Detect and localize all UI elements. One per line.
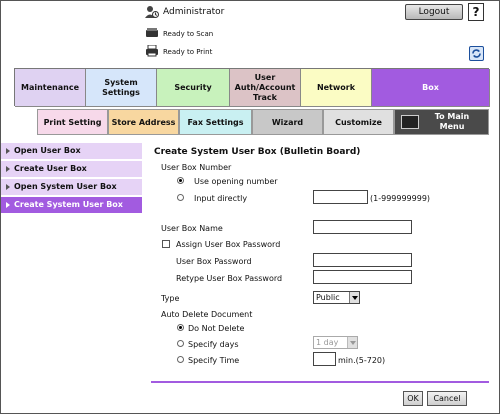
- main-menu-icon: [401, 115, 419, 129]
- logout-button[interactable]: Logout: [405, 4, 463, 20]
- specify-time-radio[interactable]: [177, 356, 184, 363]
- sub-tabs: Print Setting Store Address Fax Settings…: [37, 109, 489, 135]
- main-tabs: Maintenance System Settings Security Use…: [14, 68, 490, 107]
- print-status: Ready to Print: [163, 48, 213, 56]
- assign-password-checkbox[interactable]: [162, 240, 170, 248]
- page-title: Create System User Box (Bulletin Board): [154, 147, 361, 157]
- retype-password-input[interactable]: [313, 270, 412, 284]
- to-main-menu-button[interactable]: To Main Menu: [394, 109, 489, 135]
- administrator-icon: [145, 5, 159, 19]
- tab-security[interactable]: Security: [157, 69, 230, 107]
- tab-system-settings[interactable]: System Settings: [86, 69, 157, 107]
- user-box-number-input[interactable]: [313, 190, 368, 204]
- user-box-password-label: User Box Password: [176, 257, 252, 266]
- specify-time-label: Specify Time: [188, 356, 240, 365]
- tab-network[interactable]: Network: [301, 69, 372, 107]
- specify-time-input[interactable]: [313, 352, 336, 366]
- help-button[interactable]: ?: [468, 3, 484, 21]
- tab-print-setting[interactable]: Print Setting: [37, 109, 108, 135]
- specify-time-range: min.(5-720): [338, 356, 386, 365]
- use-opening-number-label: Use opening number: [194, 177, 278, 186]
- divider: [151, 381, 489, 383]
- tab-customize[interactable]: Customize: [323, 109, 394, 135]
- sidebar-item-create-user-box[interactable]: Create User Box: [1, 161, 142, 178]
- chevron-down-icon: [347, 337, 357, 348]
- auto-delete-label: Auto Delete Document: [161, 310, 253, 319]
- refresh-icon[interactable]: [469, 46, 484, 61]
- user-box-name-input[interactable]: [313, 220, 412, 234]
- user-box-number-range: (1-999999999): [370, 194, 431, 203]
- type-label: Type: [161, 294, 180, 303]
- tab-user-auth-account-track[interactable]: User Auth/Account Track: [230, 69, 301, 107]
- tab-fax-settings[interactable]: Fax Settings: [179, 109, 252, 135]
- tab-wizard[interactable]: Wizard: [252, 109, 323, 135]
- to-main-menu-label: To Main Menu: [434, 112, 470, 131]
- scanner-icon: [145, 27, 159, 39]
- specify-days-value: 1 day: [316, 338, 339, 347]
- tab-maintenance[interactable]: Maintenance: [15, 69, 86, 107]
- assign-password-label: Assign User Box Password: [176, 240, 281, 249]
- retype-password-label: Retype User Box Password: [176, 274, 283, 283]
- specify-days-label: Specify days: [188, 340, 239, 349]
- input-directly-label: Input directly: [194, 194, 248, 203]
- use-opening-number-radio[interactable]: [177, 177, 184, 184]
- do-not-delete-radio[interactable]: [177, 324, 184, 331]
- tab-box[interactable]: Box: [372, 69, 490, 107]
- specify-days-select[interactable]: 1 day: [313, 336, 358, 349]
- user-box-number-label: User Box Number: [161, 163, 232, 172]
- ok-button[interactable]: OK: [403, 391, 423, 406]
- type-select-value: Public: [316, 293, 340, 302]
- input-directly-radio[interactable]: [177, 194, 184, 201]
- tab-store-address[interactable]: Store Address: [108, 109, 179, 135]
- user-label: Administrator: [163, 7, 225, 17]
- user-box-password-input[interactable]: [313, 253, 412, 267]
- cancel-button[interactable]: Cancel: [427, 391, 467, 406]
- user-box-name-label: User Box Name: [161, 224, 223, 233]
- scan-status: Ready to Scan: [163, 30, 214, 38]
- chevron-down-icon: [349, 292, 359, 303]
- sidebar-item-create-system-user-box[interactable]: Create System User Box: [1, 197, 142, 214]
- printer-icon: [145, 44, 159, 57]
- sidebar-item-open-system-user-box[interactable]: Open System User Box: [1, 179, 142, 196]
- sidebar-item-open-user-box[interactable]: Open User Box: [1, 143, 142, 160]
- specify-days-radio[interactable]: [177, 340, 184, 347]
- type-select[interactable]: Public: [313, 291, 360, 304]
- do-not-delete-label: Do Not Delete: [188, 324, 245, 333]
